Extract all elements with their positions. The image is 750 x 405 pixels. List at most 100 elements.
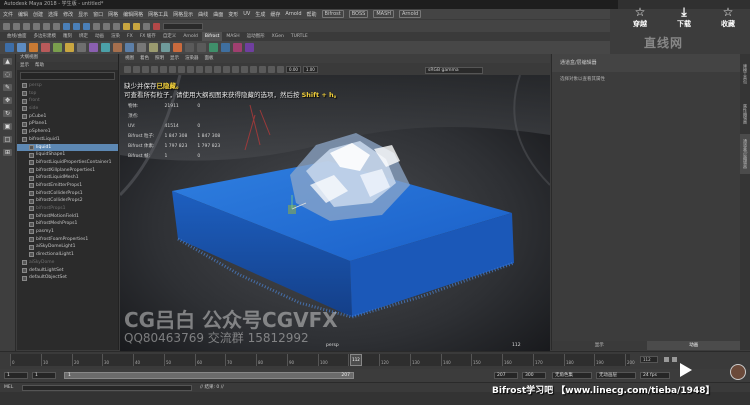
outliner-menu-display[interactable]: 显示 (20, 62, 29, 70)
menu-badge[interactable]: MASH (373, 10, 395, 18)
particle-icon[interactable] (233, 43, 242, 52)
viewport-menu-item[interactable]: 着色 (140, 54, 149, 63)
shelf-tab[interactable]: 雕刻 (60, 32, 75, 41)
save-scene-icon[interactable] (33, 22, 40, 30)
redo-icon[interactable] (53, 22, 60, 30)
menu-item[interactable]: 曲面 (213, 11, 223, 18)
resolution-gate-icon[interactable] (178, 65, 185, 73)
scale-tool-icon[interactable]: ▣ (3, 123, 12, 130)
character-set-dropdown[interactable]: 无角色集 (552, 372, 592, 379)
viewport-menu-item[interactable]: 显示 (170, 54, 179, 63)
outliner-item[interactable]: aiSkyDome (17, 259, 118, 267)
accelerator-icon[interactable] (53, 43, 62, 52)
options-icon[interactable] (185, 43, 194, 52)
menu-item[interactable]: 帮助 (307, 11, 317, 18)
guide-icon[interactable] (101, 43, 110, 52)
lights-icon[interactable] (241, 65, 248, 73)
outliner-item[interactable]: bifrostLiquidMesh1 (17, 174, 118, 182)
xray-icon[interactable] (268, 65, 275, 73)
side-tab[interactable]: 通道盒/层编辑器 (740, 134, 750, 174)
outliner-item[interactable]: directionalLight1 (17, 251, 118, 259)
outliner-item[interactable]: front (17, 97, 118, 105)
menu-item[interactable]: 编辑 (18, 11, 28, 18)
menu-item[interactable]: Arnold (285, 11, 301, 17)
field-chart-icon[interactable] (196, 65, 203, 73)
outliner-item[interactable]: bifrostFoamProperties1 (17, 236, 118, 244)
snap-point-icon[interactable] (113, 22, 120, 30)
outliner-search-input[interactable] (20, 72, 115, 80)
time-slider[interactable]: 0102030405060708090100110120130140150160… (0, 351, 750, 369)
side-tab[interactable]: 属性编辑器 (740, 94, 750, 134)
menu-item[interactable]: 缓存 (270, 11, 280, 18)
safe-action-icon[interactable] (205, 65, 212, 73)
go-start-icon[interactable] (664, 357, 669, 362)
lasso-tool-icon[interactable]: ◌ (3, 71, 12, 78)
fields-icon[interactable] (113, 43, 122, 52)
emitter-icon[interactable] (29, 43, 38, 52)
render-icon[interactable] (123, 22, 130, 30)
textured-icon[interactable] (232, 65, 239, 73)
layer-tab[interactable]: 显示 (552, 341, 647, 350)
bifrost-aero-icon[interactable] (17, 43, 26, 52)
overlay-button[interactable]: ☆ 收藏 (721, 5, 735, 29)
menu-item[interactable]: 网格显示 (173, 11, 193, 18)
menu-item[interactable]: 文件 (3, 11, 13, 18)
menu-item[interactable]: 编辑网格 (123, 11, 143, 18)
bookmark-icon[interactable] (142, 65, 149, 73)
viewport-menu-item[interactable]: 面板 (205, 54, 214, 63)
outliner-item[interactable]: pCube1 (17, 113, 118, 121)
volume-icon[interactable] (221, 43, 230, 52)
outliner-item[interactable]: pasmy1 (17, 228, 118, 236)
current-frame-field[interactable]: 112 (640, 356, 658, 363)
outliner-item[interactable]: liquidShape1 (17, 151, 118, 159)
side-tab[interactable]: 建模工具包 (740, 54, 750, 94)
snap-curve-icon[interactable] (103, 22, 110, 30)
menu-item[interactable]: 网格工具 (148, 11, 168, 18)
open-scene-icon[interactable] (23, 22, 30, 30)
shelf-tab[interactable]: 运动图形 (244, 32, 268, 41)
shelf-tab[interactable]: 绑定 (76, 32, 91, 41)
isolate-icon[interactable] (277, 65, 284, 73)
outliner-item[interactable]: bifrostMeshProps1 (17, 220, 118, 228)
anim-layer-dropdown[interactable]: 无动画层 (596, 372, 636, 379)
viewport-menu-item[interactable]: 视图 (125, 54, 134, 63)
collider-icon[interactable] (41, 43, 50, 52)
menu-item[interactable]: 曲线 (198, 11, 208, 18)
layer-tab[interactable]: 动画 (646, 341, 741, 350)
ipr-render-icon[interactable] (133, 22, 140, 30)
rotate-tool-icon[interactable]: ↻ (3, 110, 12, 117)
shelf-tab[interactable]: 渲染 (108, 32, 123, 41)
outliner-item[interactable]: side (17, 105, 118, 113)
anim-end-field[interactable]: 300 (522, 372, 546, 379)
outliner-item[interactable]: bifrostLiquid1 (17, 136, 118, 144)
grid-icon[interactable] (160, 65, 167, 73)
outliner-item[interactable]: bifrostMotionField1 (17, 213, 118, 221)
menu-item[interactable]: UV (243, 11, 250, 17)
viewport-menu-item[interactable]: 渲染器 (185, 54, 199, 63)
shelf-tab[interactable]: FX 缓存 (137, 32, 159, 41)
shelf-menu-icon[interactable] (197, 43, 206, 52)
select-component-icon[interactable] (83, 22, 90, 30)
step-back-icon[interactable] (672, 357, 677, 362)
new-scene-icon[interactable] (13, 22, 20, 30)
menu-item[interactable]: 显示 (78, 11, 88, 18)
menu-item[interactable]: 修改 (63, 11, 73, 18)
layout-single-icon[interactable]: □ (3, 136, 12, 143)
video-play-icon[interactable] (680, 363, 692, 377)
bifrost-liquid-icon[interactable] (5, 43, 14, 52)
outliner-item[interactable]: persp (17, 82, 118, 90)
shelf-tab[interactable]: TURTLE (288, 32, 311, 41)
outliner-item[interactable]: defaultLightSet (17, 267, 118, 275)
menu-badge[interactable]: Bifrost (321, 10, 344, 18)
mesh-icon[interactable] (77, 43, 86, 52)
playback-start-field[interactable]: 1 (32, 372, 56, 379)
wireframe-icon[interactable] (214, 65, 221, 73)
menu-badge[interactable]: BOSS (348, 10, 369, 18)
select-hierarchy-icon[interactable] (63, 22, 70, 30)
foam-icon[interactable] (89, 43, 98, 52)
live-surface-field[interactable] (163, 22, 203, 30)
layout-four-icon[interactable]: ⊞ (3, 149, 12, 156)
smooth-shade-icon[interactable] (223, 65, 230, 73)
outliner-item[interactable]: pPlane1 (17, 120, 118, 128)
ao-icon[interactable] (259, 65, 266, 73)
